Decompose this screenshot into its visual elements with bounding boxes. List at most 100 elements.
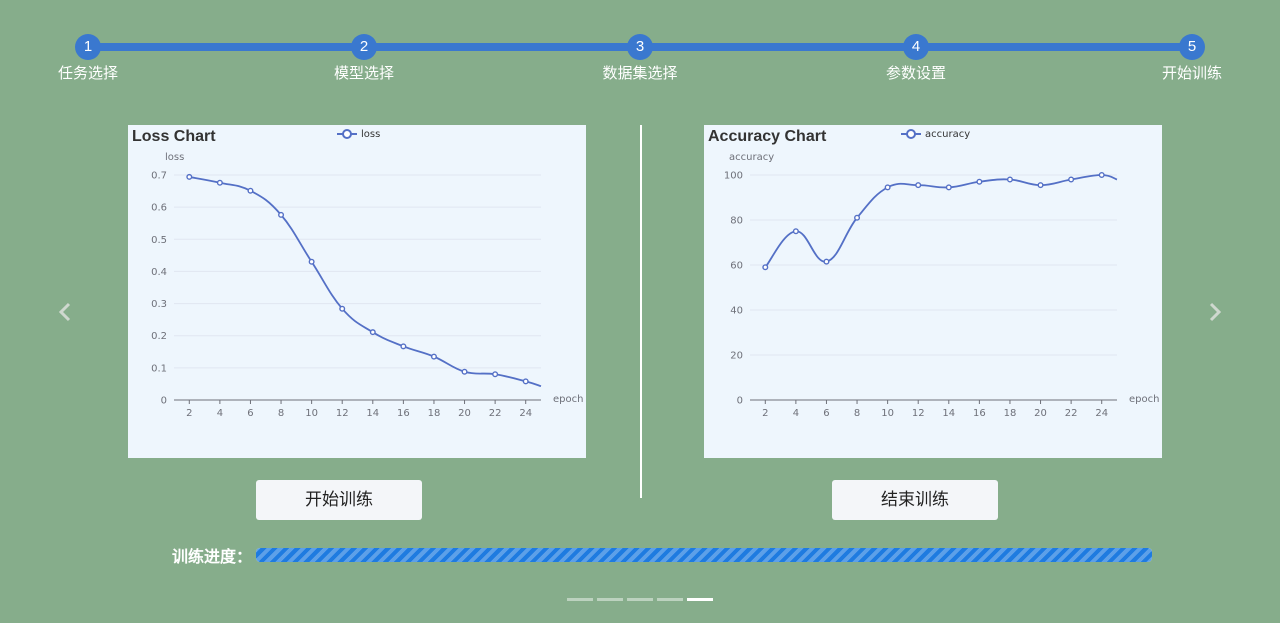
series-line	[764, 174, 1118, 268]
step-label: 参数设置	[885, 64, 946, 82]
step-label: 开始训练	[1161, 64, 1222, 82]
data-point[interactable]	[400, 343, 407, 350]
carousel-indicator[interactable]	[657, 598, 683, 601]
chart-title: Accuracy Chart	[708, 128, 827, 145]
accuracy-chart: Accuracy Chart accuracy accuracy epoch 0…	[704, 125, 1162, 458]
data-point[interactable]	[339, 305, 346, 312]
step-number: 1	[75, 34, 101, 60]
start-training-button[interactable]: 开始训练	[256, 480, 422, 520]
y-tick-label: 0.5	[151, 235, 167, 246]
x-tick-label: 20	[1034, 408, 1047, 419]
y-tick-label: 0.3	[151, 299, 167, 310]
data-point[interactable]	[1037, 182, 1044, 189]
data-point[interactable]	[430, 353, 437, 360]
progress-fill	[256, 548, 1152, 562]
x-tick-label: 20	[458, 408, 471, 419]
chart-divider	[640, 125, 642, 498]
carousel-indicator[interactable]	[567, 598, 593, 601]
step-3[interactable]: 3 数据集选择	[580, 34, 700, 83]
x-tick-label: 14	[366, 408, 379, 419]
carousel-prev-button[interactable]	[56, 300, 76, 324]
x-tick-label: 4	[793, 408, 799, 419]
step-4[interactable]: 4 参数设置	[856, 34, 976, 83]
x-tick-label: 12	[912, 408, 925, 419]
chevron-right-icon	[1209, 302, 1222, 322]
y-tick-label: 0	[161, 396, 167, 407]
step-label: 数据集选择	[602, 64, 678, 82]
data-point[interactable]	[278, 211, 285, 218]
x-tick-label: 22	[489, 408, 502, 419]
data-point[interactable]	[492, 371, 499, 378]
x-tick-label: 10	[881, 408, 894, 419]
data-point[interactable]	[1006, 176, 1013, 183]
y-axis-label: accuracy	[729, 152, 774, 163]
x-tick-label: 16	[973, 408, 986, 419]
data-point[interactable]	[823, 258, 830, 265]
y-tick-label: 60	[730, 261, 743, 272]
data-point[interactable]	[854, 214, 861, 221]
y-tick-label: 20	[730, 351, 743, 362]
y-tick-label: 0.4	[151, 267, 167, 278]
legend-label[interactable]: accuracy	[925, 129, 970, 140]
step-label: 模型选择	[333, 64, 394, 82]
x-tick-label: 24	[1095, 408, 1108, 419]
step-2[interactable]: 2 模型选择	[304, 34, 424, 83]
data-point[interactable]	[369, 329, 376, 336]
legend-marker-icon	[906, 129, 916, 139]
step-1[interactable]: 1 任务选择	[28, 34, 148, 83]
x-tick-label: 6	[823, 408, 829, 419]
data-point[interactable]	[1068, 176, 1075, 183]
accuracy-chart-svg: Accuracy Chart accuracy accuracy epoch 0…	[708, 128, 1159, 419]
data-point[interactable]	[945, 184, 952, 191]
data-point[interactable]	[186, 173, 193, 180]
series-line	[189, 176, 542, 388]
x-tick-label: 2	[762, 408, 768, 419]
x-tick-label: 2	[186, 408, 192, 419]
data-point[interactable]	[216, 179, 223, 186]
data-point[interactable]	[915, 182, 922, 189]
y-tick-label: 0.1	[151, 363, 167, 374]
y-tick-label: 0.2	[151, 331, 167, 342]
data-point[interactable]	[976, 178, 983, 185]
x-tick-label: 14	[942, 408, 955, 419]
progress-label: 训练进度：	[172, 547, 253, 566]
step-number: 2	[351, 34, 377, 60]
data-point[interactable]	[792, 228, 799, 235]
x-tick-label: 18	[428, 408, 441, 419]
loss-chart: Loss Chart loss loss epoch 0 0.1 0.2 0.3 0.4…	[128, 125, 586, 458]
x-tick-label: 8	[854, 408, 860, 419]
x-tick-label: 10	[305, 408, 318, 419]
data-point[interactable]	[1098, 172, 1105, 179]
y-tick-label: 40	[730, 306, 743, 317]
y-tick-label: 0.7	[151, 171, 167, 182]
legend-marker-icon	[342, 129, 352, 139]
data-point[interactable]	[884, 184, 891, 191]
y-tick-label: 100	[724, 171, 743, 182]
y-axis-label: loss	[165, 152, 184, 163]
data-point[interactable]	[247, 187, 254, 194]
data-point[interactable]	[308, 258, 315, 265]
carousel-indicator[interactable]	[627, 598, 653, 601]
carousel-indicators	[567, 598, 713, 601]
data-point[interactable]	[522, 378, 529, 385]
stop-training-button[interactable]: 结束训练	[832, 480, 998, 520]
carousel-next-button[interactable]	[1206, 300, 1226, 324]
step-number: 5	[1179, 34, 1205, 60]
chevron-left-icon	[58, 302, 71, 322]
carousel-indicator[interactable]	[597, 598, 623, 601]
carousel-indicator[interactable]	[687, 598, 713, 601]
x-tick-label: 24	[519, 408, 532, 419]
data-point[interactable]	[762, 264, 769, 271]
x-tick-label: 16	[397, 408, 410, 419]
step-5[interactable]: 5 开始训练	[1132, 34, 1252, 83]
legend-label[interactable]: loss	[361, 129, 380, 140]
loss-chart-svg: Loss Chart loss loss epoch 0 0.1 0.2 0.3 0.4…	[132, 128, 583, 419]
y-tick-label: 0.6	[151, 203, 167, 214]
x-tick-label: 4	[217, 408, 223, 419]
y-tick-label: 80	[730, 216, 743, 227]
x-tick-label: 6	[247, 408, 253, 419]
x-axis-label: epoch	[553, 394, 583, 405]
x-tick-label: 8	[278, 408, 284, 419]
data-point[interactable]	[461, 368, 468, 375]
training-progress-bar	[256, 548, 1152, 562]
